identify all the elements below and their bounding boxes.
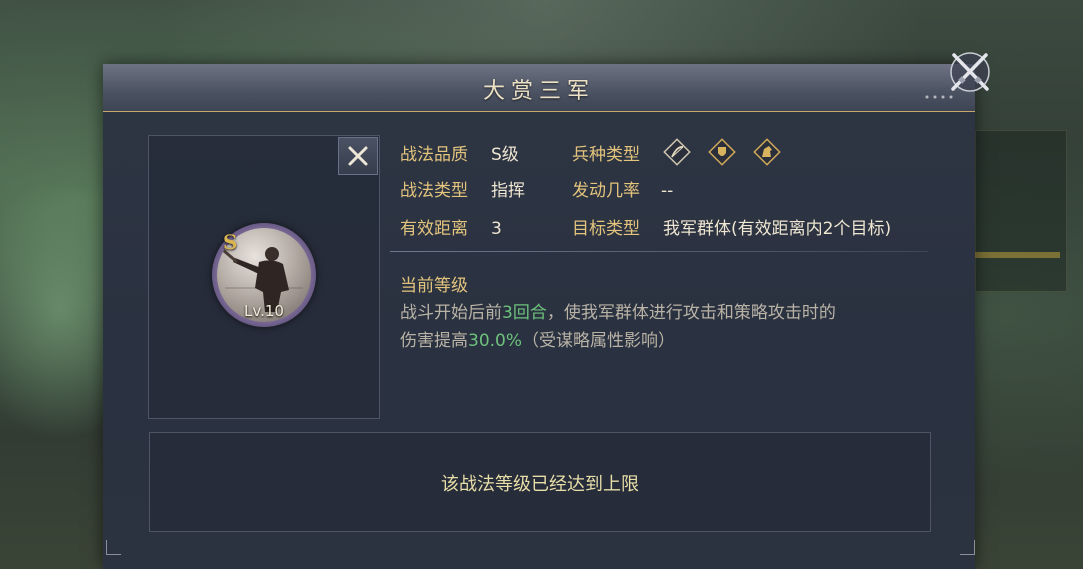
type-label: 战法类型 [400, 181, 468, 201]
close-icon [348, 146, 368, 166]
description-line-1: 战斗开始后前3回合，使我军群体进行攻击和策略攻击时的 [400, 299, 920, 327]
archer-icon [663, 138, 691, 166]
dialog-title: 大赏三军 [482, 79, 595, 104]
max-level-notice: 该战法等级已经达到上限 [441, 474, 639, 495]
skill-level: Lv.10 [244, 302, 284, 320]
unequip-button[interactable] [338, 137, 378, 175]
close-button[interactable] [944, 46, 996, 98]
description-text: （受谋略属性影响） [522, 331, 676, 351]
corner-ornament-left [106, 540, 121, 555]
skill-description: 战斗开始后前3回合，使我军群体进行攻击和策略攻击时的 伤害提高30.0%（受谋略… [400, 299, 920, 355]
troop-type-label: 兵种类型 [572, 145, 640, 165]
background-panel-right [975, 130, 1067, 292]
description-text: 战斗开始后前 [400, 303, 502, 323]
background-strip-right [975, 252, 1060, 258]
target-type-value: 我军群体(有效距离内2个目标) [663, 219, 892, 239]
section-divider [390, 251, 928, 252]
quality-label: 战法品质 [400, 145, 468, 165]
trigger-rate-label: 发动几率 [572, 181, 640, 201]
description-text: 伤害提高 [400, 331, 468, 351]
highlight-percent: 30.0% [468, 331, 523, 351]
range-value: 3 [491, 219, 502, 239]
shield-icon [708, 138, 736, 166]
corner-ornament-right [960, 540, 975, 555]
title-bar: 大赏三军 [103, 64, 975, 112]
description-text: ，使我军群体进行攻击和策略攻击时的 [546, 303, 836, 323]
quality-value: S级 [491, 145, 519, 165]
trigger-rate-value: -- [661, 181, 674, 201]
current-level-heading: 当前等级 [400, 276, 468, 296]
skill-grade-letter: S [223, 230, 238, 254]
target-type-label: 目标类型 [572, 219, 640, 239]
description-line-2: 伤害提高30.0%（受谋略属性影响） [400, 327, 920, 355]
cavalry-icon [753, 138, 781, 166]
crossed-swords-icon [950, 52, 990, 92]
range-label: 有效距离 [400, 219, 468, 239]
highlight-rounds: 3回合 [502, 303, 547, 323]
type-value: 指挥 [491, 181, 525, 201]
